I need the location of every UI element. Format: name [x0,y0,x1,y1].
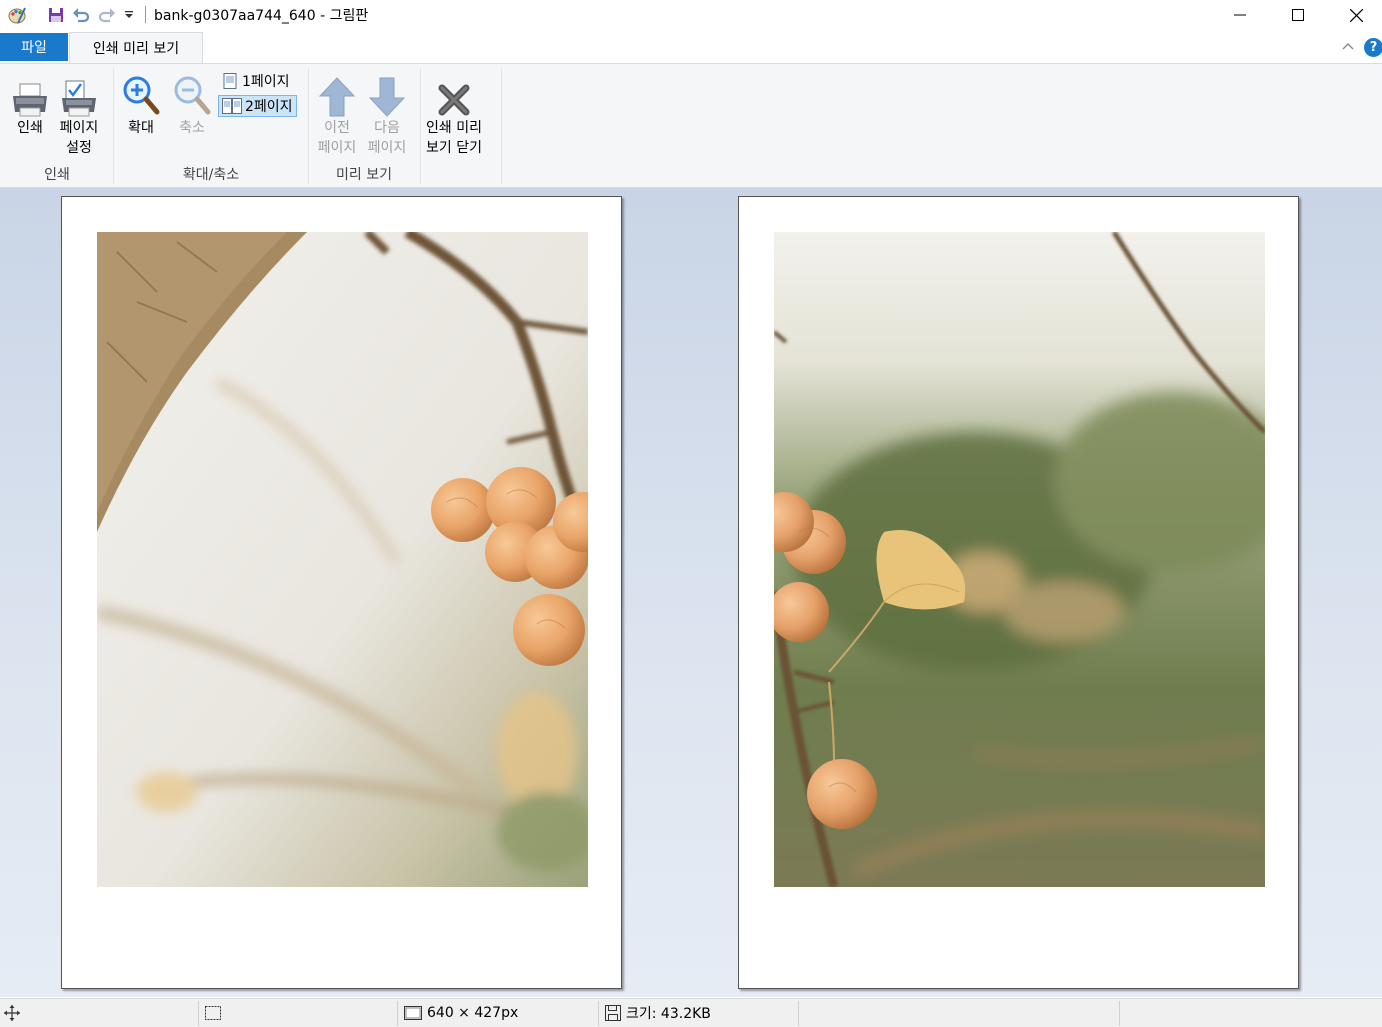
save-icon[interactable] [45,5,67,25]
undo-icon[interactable] [70,5,92,25]
close-button[interactable] [1327,0,1382,30]
close-print-preview-button[interactable]: 인쇄 미리 보기 닫기 [426,68,482,158]
one-page-label: 1페이지 [242,74,290,90]
arrow-up-icon [318,77,356,117]
selection-icon [205,1006,221,1020]
selection-size [204,999,222,1027]
preview-group-label: 미리 보기 [336,167,392,183]
two-pages-button[interactable]: 2페이지 [218,95,297,117]
status-separator [598,1001,599,1026]
two-pages-icon [222,98,242,114]
next-page-label-line1: 다음 [374,120,400,136]
tab-file[interactable]: 파일 [0,33,68,61]
ribbon-collapse-button[interactable] [1339,37,1357,55]
print-group-label: 인쇄 [44,167,70,183]
group-separator [420,68,421,184]
two-pages-label: 2페이지 [245,99,293,115]
help-button[interactable]: ? [1364,38,1382,57]
minimize-icon [1234,14,1246,16]
single-page-icon [223,73,237,89]
group-separator [308,68,309,184]
print-label: 인쇄 [17,120,43,136]
page-setup-label-line2: 설정 [66,140,92,156]
close-preview-label-line1: 인쇄 미리 [426,120,482,136]
preview-page-1 [61,196,622,989]
zoom-in-button[interactable]: 확대 [119,68,163,138]
ribbon-tabs: 파일 인쇄 미리 보기 ? [0,31,1382,64]
status-separator [397,1001,398,1026]
move-cursor-icon [4,1005,20,1021]
paint-app-icon[interactable] [6,5,28,25]
canvas-size-icon [404,1006,422,1020]
previous-page-label-line1: 이전 [324,120,350,136]
title-bar: bank-g0307aa744_640 - 그림판 [0,0,1382,30]
status-bar: 640 × 427px 크기: 43.2KB [0,998,1382,1027]
group-separator [501,68,502,184]
redo-icon[interactable] [96,5,118,25]
tab-print-preview[interactable]: 인쇄 미리 보기 [69,32,203,63]
print-button[interactable]: 인쇄 [8,68,52,138]
page-setup-icon [62,80,96,117]
page-1-image [97,232,588,887]
previous-page-label-line2: 페이지 [317,140,357,156]
close-x-icon [438,84,470,116]
dimensions-text: 640 × 427px [427,1005,519,1021]
zoom-out-button[interactable]: 축소 [170,68,214,138]
customize-dropdown-icon[interactable] [121,5,137,25]
maximize-button[interactable] [1269,0,1327,30]
page-2-image [774,232,1265,887]
next-page-label-line2: 페이지 [367,140,407,156]
window-title: bank-g0307aa744_640 - 그림판 [154,8,369,24]
zoom-out-icon [174,76,211,115]
minimize-button[interactable] [1211,0,1269,30]
zoom-out-label: 축소 [179,120,205,136]
arrow-down-icon [368,77,406,117]
cursor-position [3,999,21,1027]
maximize-icon [1292,9,1304,21]
disk-icon [605,1005,621,1021]
page-setup-label-line1: 페이지 [59,120,99,136]
group-separator [113,68,114,184]
ribbon: 인쇄 페이지 설정 인쇄 확대 축소 1페이지 2페이지 확대/축소 이전 페이… [0,64,1382,188]
one-page-button[interactable]: 1페이지 [218,70,293,92]
file-size: 크기: 43.2KB [604,999,711,1027]
status-separator [1119,1001,1120,1026]
page-setup-button[interactable]: 페이지 설정 [57,68,101,158]
zoom-in-label: 확대 [128,120,154,136]
previous-page-button[interactable]: 이전 페이지 [315,68,359,158]
status-separator [198,1001,199,1026]
file-size-text: 크기: 43.2KB [626,1006,711,1022]
title-separator [145,6,146,23]
printer-icon [13,83,47,117]
close-preview-label-line2: 보기 닫기 [426,140,482,156]
image-dimensions: 640 × 427px [403,999,518,1027]
zoom-group-label: 확대/축소 [182,167,240,183]
chevron-up-icon [1342,43,1354,50]
next-page-button[interactable]: 다음 페이지 [365,68,409,158]
preview-page-2 [738,196,1299,989]
print-preview-area[interactable] [0,188,1382,997]
close-icon [1349,8,1363,22]
status-separator [798,1001,799,1026]
zoom-in-icon [123,76,160,115]
